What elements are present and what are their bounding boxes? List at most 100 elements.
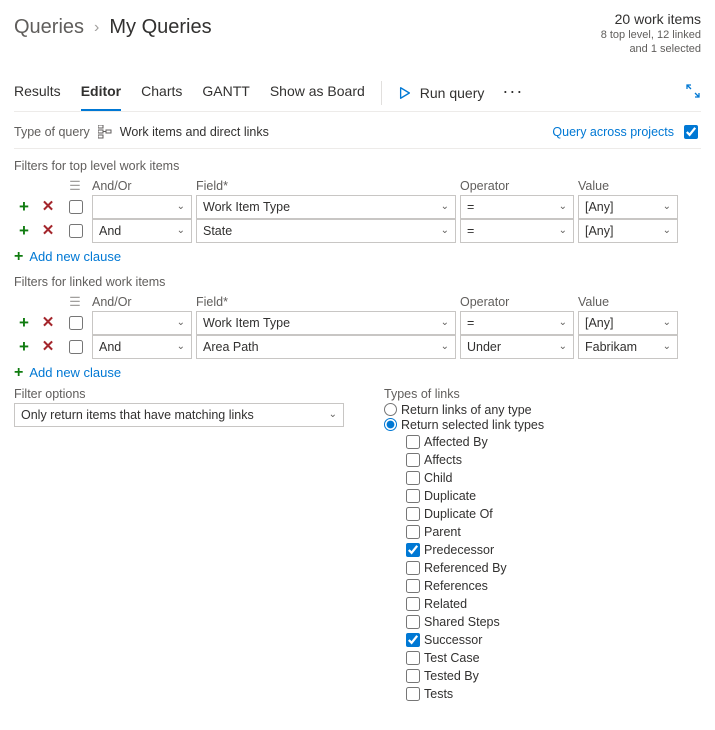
- clause-checkbox[interactable]: [69, 224, 83, 238]
- link-type-label: Tested By: [424, 667, 479, 685]
- clause-checkbox[interactable]: [69, 340, 83, 354]
- link-type-item[interactable]: Tests: [406, 685, 544, 703]
- field-select[interactable]: Work Item Type⌄: [196, 311, 456, 335]
- andor-select[interactable]: And⌄: [92, 335, 192, 359]
- andor-select[interactable]: ⌄: [92, 195, 192, 219]
- link-type-item[interactable]: Affects: [406, 451, 544, 469]
- breadcrumb-current[interactable]: My Queries: [109, 16, 211, 39]
- col-field: Field: [196, 177, 456, 195]
- chevron-down-icon: ⌄: [663, 225, 671, 236]
- type-of-query-value[interactable]: Work items and direct links: [120, 125, 269, 139]
- col-field: Field: [196, 293, 456, 311]
- link-type-label: Shared Steps: [424, 613, 500, 631]
- tab-results[interactable]: Results: [14, 75, 61, 111]
- andor-select[interactable]: ⌄: [92, 311, 192, 335]
- operator-select[interactable]: Under⌄: [460, 335, 574, 359]
- radio-links-any-input[interactable]: [384, 403, 397, 416]
- more-actions-button[interactable]: ···: [502, 82, 523, 104]
- link-type-item[interactable]: Related: [406, 595, 544, 613]
- add-clause-icon[interactable]: +: [14, 222, 34, 239]
- filter-options-select[interactable]: Only return items that have matching lin…: [14, 403, 344, 427]
- link-type-checkbox[interactable]: [406, 435, 420, 449]
- tab-gantt[interactable]: GANTT: [202, 75, 249, 111]
- tab-show-as-board[interactable]: Show as Board: [270, 75, 365, 111]
- play-icon: [398, 86, 412, 100]
- breadcrumb-root[interactable]: Queries: [14, 16, 84, 39]
- value-select[interactable]: [Any]⌄: [578, 311, 678, 335]
- add-clause-icon[interactable]: +: [14, 198, 34, 215]
- link-type-checkbox[interactable]: [406, 669, 420, 683]
- remove-clause-icon[interactable]: ✕: [38, 339, 58, 354]
- fullscreen-button[interactable]: [685, 83, 701, 102]
- chevron-down-icon: ⌄: [559, 201, 567, 212]
- link-type-label: Duplicate: [424, 487, 476, 505]
- link-type-checkbox[interactable]: [406, 525, 420, 539]
- link-type-item[interactable]: References: [406, 577, 544, 595]
- col-value: Value: [578, 177, 678, 195]
- link-type-checkbox[interactable]: [406, 561, 420, 575]
- tab-charts[interactable]: Charts: [141, 75, 182, 111]
- link-type-checkbox[interactable]: [406, 543, 420, 557]
- link-type-item[interactable]: Affected By: [406, 433, 544, 451]
- link-type-checkbox[interactable]: [406, 579, 420, 593]
- link-type-checkbox[interactable]: [406, 633, 420, 647]
- value-select[interactable]: [Any]⌄: [578, 195, 678, 219]
- link-type-checkbox[interactable]: [406, 651, 420, 665]
- radio-links-selected-input[interactable]: [384, 418, 397, 431]
- chevron-down-icon: ⌄: [441, 341, 449, 352]
- clause-checkbox[interactable]: [69, 316, 83, 330]
- link-type-item[interactable]: Parent: [406, 523, 544, 541]
- link-type-checkbox[interactable]: [406, 453, 420, 467]
- link-type-item[interactable]: Shared Steps: [406, 613, 544, 631]
- col-value: Value: [578, 293, 678, 311]
- remove-clause-icon[interactable]: ✕: [38, 223, 58, 238]
- operator-select[interactable]: =⌄: [460, 195, 574, 219]
- direct-links-icon: [98, 125, 112, 139]
- link-type-checkbox[interactable]: [406, 489, 420, 503]
- field-select[interactable]: State⌄: [196, 219, 456, 243]
- breadcrumb: Queries › My Queries: [14, 10, 212, 39]
- link-type-item[interactable]: Tested By: [406, 667, 544, 685]
- add-new-clause-link[interactable]: + Add new clause: [14, 249, 701, 265]
- link-type-item[interactable]: Duplicate Of: [406, 505, 544, 523]
- link-type-item[interactable]: Successor: [406, 631, 544, 649]
- add-clause-icon[interactable]: +: [14, 338, 34, 355]
- run-query-button[interactable]: Run query: [398, 85, 485, 101]
- field-select[interactable]: Work Item Type⌄: [196, 195, 456, 219]
- tab-editor[interactable]: Editor: [81, 75, 121, 111]
- toolbar-divider: [381, 81, 382, 105]
- chevron-down-icon: ⌄: [559, 225, 567, 236]
- link-type-checkbox[interactable]: [406, 615, 420, 629]
- link-type-checkbox[interactable]: [406, 687, 420, 701]
- remove-clause-icon[interactable]: ✕: [38, 315, 58, 330]
- tab-bar: Results Editor Charts GANTT Show as Boar…: [14, 75, 365, 111]
- top-filters-heading: Filters for top level work items: [14, 159, 701, 173]
- value-select[interactable]: [Any]⌄: [578, 219, 678, 243]
- link-type-item[interactable]: Duplicate: [406, 487, 544, 505]
- list-icon[interactable]: ☰: [62, 295, 88, 308]
- link-type-checkbox[interactable]: [406, 471, 420, 485]
- value-select[interactable]: Fabrikam⌄: [578, 335, 678, 359]
- andor-select[interactable]: And⌄: [92, 219, 192, 243]
- link-type-checkbox[interactable]: [406, 507, 420, 521]
- remove-clause-icon[interactable]: ✕: [38, 199, 58, 214]
- link-type-item[interactable]: Referenced By: [406, 559, 544, 577]
- link-type-item[interactable]: Child: [406, 469, 544, 487]
- list-icon[interactable]: ☰: [62, 179, 88, 192]
- query-across-projects[interactable]: Query across projects: [552, 122, 701, 142]
- chevron-down-icon: ⌄: [663, 341, 671, 352]
- radio-links-any[interactable]: Return links of any type: [384, 403, 544, 417]
- add-clause-icon[interactable]: +: [14, 314, 34, 331]
- link-type-item[interactable]: Predecessor: [406, 541, 544, 559]
- link-type-label: Tests: [424, 685, 453, 703]
- radio-links-selected[interactable]: Return selected link types: [384, 418, 544, 432]
- add-new-clause-link[interactable]: + Add new clause: [14, 365, 701, 381]
- operator-select[interactable]: =⌄: [460, 311, 574, 335]
- query-across-projects-checkbox[interactable]: [684, 125, 698, 139]
- operator-select[interactable]: =⌄: [460, 219, 574, 243]
- link-type-item[interactable]: Test Case: [406, 649, 544, 667]
- clause-checkbox[interactable]: [69, 200, 83, 214]
- stats-detail-1: 8 top level, 12 linked: [601, 28, 701, 42]
- field-select[interactable]: Area Path⌄: [196, 335, 456, 359]
- link-type-checkbox[interactable]: [406, 597, 420, 611]
